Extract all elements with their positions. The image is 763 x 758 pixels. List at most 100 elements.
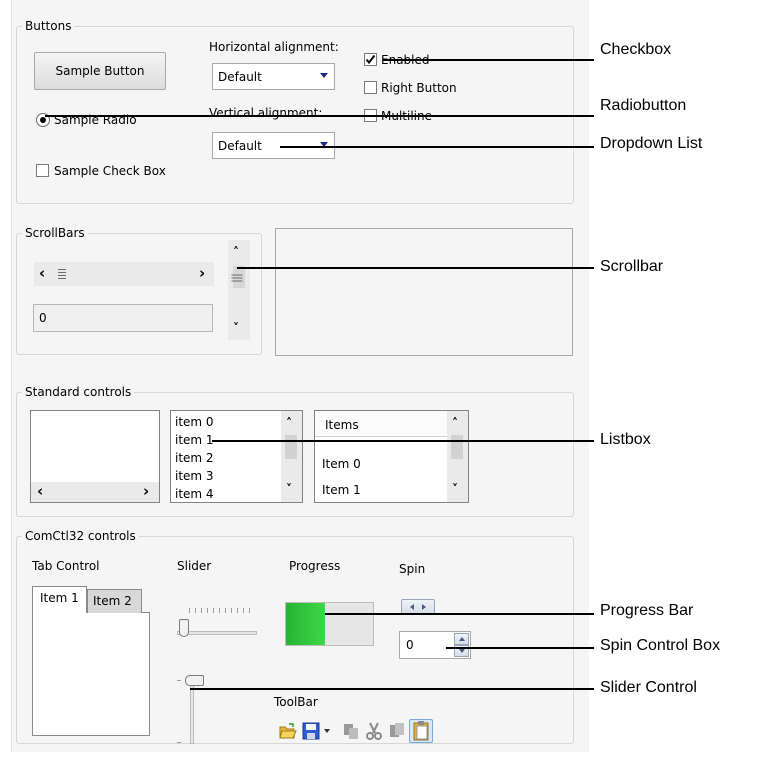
radiobutton-callout-label: Radiobutton: [600, 97, 687, 114]
scroll-up-button[interactable]: ˄: [452, 417, 458, 429]
standard-controls-group-title: Standard controls: [22, 385, 135, 399]
list-item[interactable]: item 4: [175, 487, 214, 501]
checkbox-empty-icon: [364, 81, 377, 94]
scroll-right-button[interactable]: ›: [199, 266, 205, 281]
scroll-thumb[interactable]: [285, 435, 297, 459]
horizontal-scrollbar[interactable]: ‹ ›: [34, 262, 214, 286]
progress-label: Progress: [289, 559, 341, 573]
spin-control[interactable]: 0: [399, 631, 471, 659]
list-item[interactable]: item 0: [175, 415, 214, 429]
scroll-up-button[interactable]: ˄: [286, 417, 292, 429]
horizontal-alignment-value: Default: [218, 69, 262, 84]
slider-tick-top: [177, 680, 181, 681]
empty-listbox[interactable]: ‹ ›: [30, 410, 160, 503]
scrollbars-group: [16, 233, 262, 355]
sample-check-box[interactable]: Sample Check Box: [36, 162, 186, 180]
open-folder-icon[interactable]: [279, 722, 297, 740]
spin-label: Spin: [399, 562, 426, 576]
buttons-group-title: Buttons: [22, 19, 75, 33]
right-button-label: Right Button: [381, 81, 457, 95]
vertical-scrollbar[interactable]: ˄ ˅: [228, 240, 250, 340]
save-icon[interactable]: [302, 722, 320, 740]
scroll-left-button[interactable]: ‹: [39, 266, 45, 281]
slider-label: Slider: [177, 559, 212, 573]
scroll-right-button[interactable]: ›: [143, 484, 149, 499]
toolbar-label: ToolBar: [274, 695, 318, 709]
vertical-alignment-value: Default: [218, 138, 262, 153]
spin-callout-line: [446, 647, 594, 649]
tab-item-1[interactable]: Item 1: [32, 586, 87, 613]
copy-icon[interactable]: [342, 722, 360, 740]
spin-left-arrow-icon[interactable]: [410, 604, 414, 610]
progress-callout-line: [325, 613, 594, 615]
horizontal-scrollbar[interactable]: ‹ ›: [31, 482, 159, 502]
listview-header-label: Items: [325, 418, 359, 432]
listview[interactable]: Items Item 0 Item 1 ˄ ˅: [314, 410, 469, 503]
radiobutton-callout-line: [45, 115, 594, 117]
vertical-alignment-label: Vertical alignment:: [209, 106, 323, 120]
slider-thumb[interactable]: [179, 619, 189, 637]
list-item[interactable]: Item 0: [322, 457, 361, 471]
slider-thumb[interactable]: [185, 675, 204, 686]
scroll-value-field[interactable]: 0: [33, 304, 213, 332]
copy-pages-icon[interactable]: [388, 722, 406, 740]
slider-callout-label: Slider Control: [600, 679, 697, 696]
scroll-left-button[interactable]: ‹: [37, 484, 43, 499]
tab-item-2[interactable]: Item 2: [87, 589, 142, 613]
paste-icon[interactable]: [409, 719, 433, 743]
progress-bar: [285, 602, 374, 646]
scroll-thumb-grip: [231, 274, 243, 283]
sample-check-box-label: Sample Check Box: [54, 164, 166, 178]
vertical-scrollbar[interactable]: ˄ ˅: [281, 411, 302, 502]
dropdown-arrow-icon[interactable]: [324, 729, 330, 733]
scroll-down-button[interactable]: ˅: [286, 483, 292, 495]
vertical-slider[interactable]: [177, 674, 207, 744]
spin-down-arrow-icon: [459, 649, 465, 653]
list-item[interactable]: item 2: [175, 451, 214, 465]
toolbar: [278, 718, 478, 744]
progress-callout-label: Progress Bar: [600, 602, 694, 619]
scroll-down-button[interactable]: ˅: [233, 322, 239, 334]
dropdown-callout-line: [280, 146, 594, 148]
scrollbars-group-title: ScrollBars: [22, 226, 88, 240]
spin-right-arrow-icon[interactable]: [422, 604, 426, 610]
horizontal-slider[interactable]: [175, 600, 261, 640]
sample-button-label: Sample Button: [55, 64, 145, 78]
scroll-thumb[interactable]: [231, 266, 245, 288]
checkbox-callout-label: Checkbox: [600, 41, 672, 58]
spin-up-button[interactable]: [454, 633, 469, 645]
list-item[interactable]: item 3: [175, 469, 214, 483]
spin-value: 0: [406, 638, 414, 652]
slider-ticks: [189, 608, 255, 613]
vertical-scrollbar[interactable]: ˄ ˅: [447, 411, 468, 502]
scroll-preview-box: [275, 228, 573, 356]
list-item[interactable]: item 1: [175, 433, 214, 447]
radio-dot-icon: [40, 117, 46, 123]
right-button-checkbox[interactable]: Right Button: [364, 79, 474, 97]
comctl32-group-title: ComCtl32 controls: [22, 529, 139, 543]
list-item[interactable]: Item 1: [322, 483, 361, 497]
listbox-callout-line: [212, 440, 594, 442]
cut-icon[interactable]: [365, 722, 383, 740]
scroll-value-text: 0: [39, 311, 47, 325]
slider-callout-line: [190, 688, 594, 690]
slider-tick-bottom: [177, 742, 181, 743]
dropdown-callout-label: Dropdown List: [600, 135, 703, 152]
scrollbar-callout-line: [237, 267, 594, 269]
scroll-thumb[interactable]: [58, 269, 66, 280]
scroll-up-button[interactable]: ˄: [233, 246, 239, 258]
sample-button[interactable]: Sample Button: [34, 52, 166, 90]
listbox-callout-label: Listbox: [600, 431, 651, 448]
dropdown-arrow-icon: [320, 73, 328, 78]
listview-header[interactable]: Items: [315, 411, 447, 437]
sample-radio[interactable]: Sample Radio: [36, 111, 176, 129]
checkbox-checked-icon: [364, 53, 377, 66]
scroll-thumb[interactable]: [451, 435, 463, 459]
listbox[interactable]: item 0 item 1 item 2 item 3 item 4 ˄ ˅: [170, 410, 303, 503]
scroll-down-button[interactable]: ˅: [452, 483, 458, 495]
tab-control[interactable]: [32, 612, 150, 736]
scrollbar-callout-label: Scrollbar: [600, 258, 664, 275]
horizontal-alignment-dropdown[interactable]: Default: [212, 63, 335, 90]
tab-item-1-label: Item 1: [40, 591, 79, 605]
controls-panel: Buttons Sample Button Sample Radio Sampl…: [11, 0, 589, 752]
